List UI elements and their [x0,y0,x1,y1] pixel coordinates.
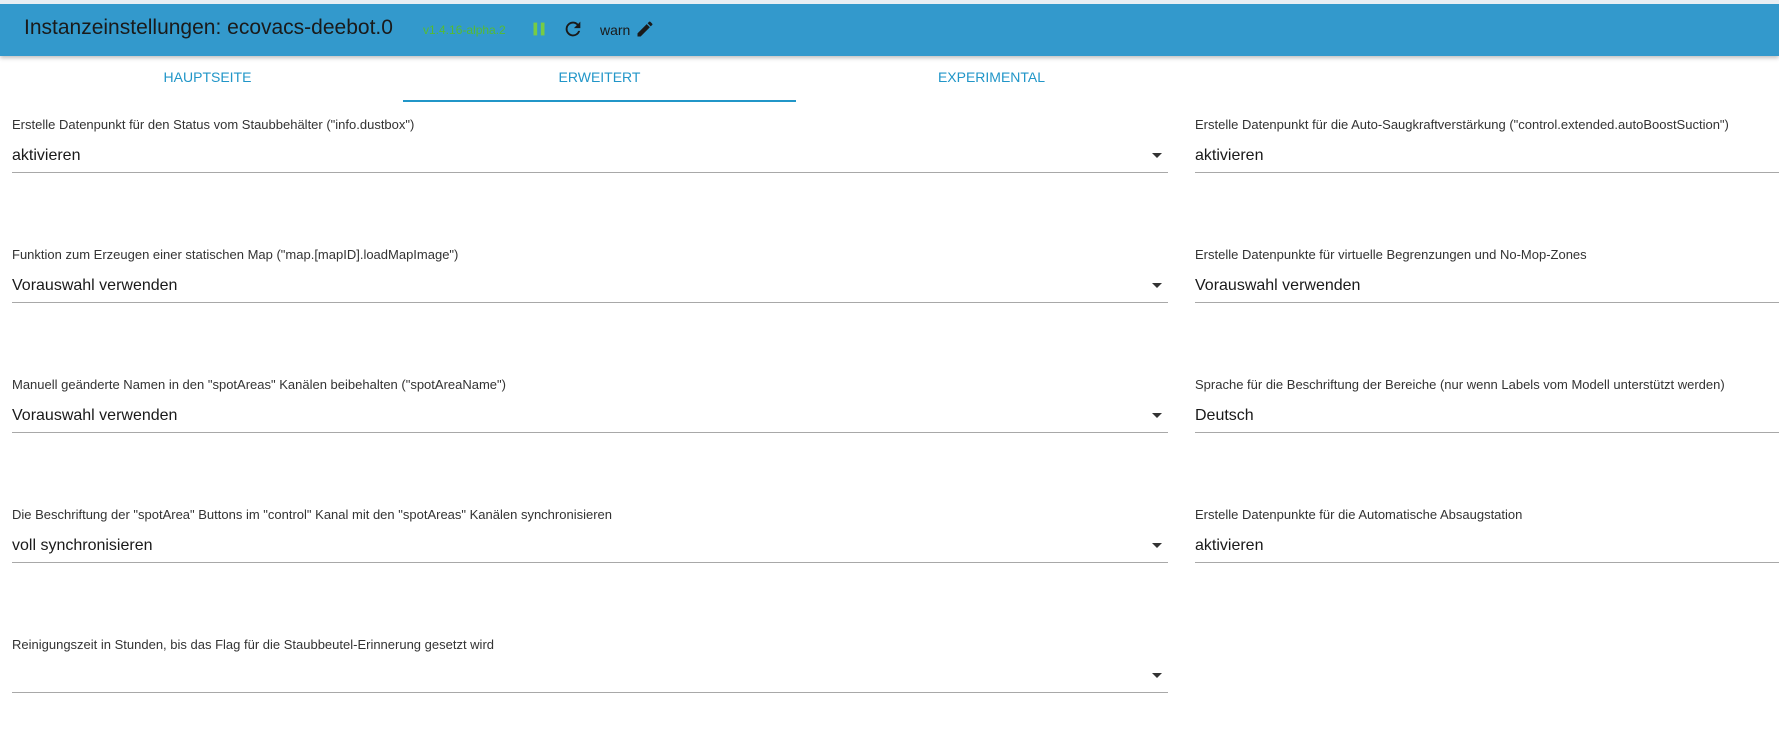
select-value: Vorauswahl verwenden [1195,277,1361,294]
field-label: Erstelle Datenpunkte für virtuelle Begre… [1195,247,1587,262]
field-label: Die Beschriftung der "spotArea" Buttons … [12,507,612,522]
select-value: Vorauswahl verwenden [12,407,178,424]
caret-down-icon [1152,153,1162,158]
tab-hauptseite[interactable]: HAUPTSEITE [11,56,404,100]
field-label: Erstelle Datenpunkt für die Auto-Saugkra… [1195,117,1729,132]
instance-settings-page: Instanzeinstellungen: ecovacs-deebot.0 v… [0,0,1779,732]
pencil-icon[interactable] [635,19,655,39]
select-value: aktivieren [1195,147,1264,164]
select-value: aktivieren [12,147,81,164]
caret-down-icon [1152,543,1162,548]
select-sync-spotarea-buttons[interactable]: voll synchronisieren [12,529,1168,563]
tab-erweitert[interactable]: ERWEITERT [403,56,796,102]
select-auto-boost-suction[interactable]: aktivieren [1195,139,1779,173]
select-auto-empty-station[interactable]: aktivieren [1195,529,1779,563]
select-value: Deutsch [1195,407,1254,424]
field-label: Reinigungszeit in Stunden, bis das Flag … [12,637,495,652]
page-title: Instanzeinstellungen: ecovacs-deebot.0 [24,16,393,39]
field-label: Erstelle Datenpunkte für die Automatisch… [1195,507,1523,522]
caret-down-icon [1152,283,1162,288]
settings-tabs: HAUPTSEITE ERWEITERT EXPERIMENTAL [11,56,1191,102]
refresh-icon[interactable] [562,18,584,40]
adapter-version: v1.4.16-alpha.2 [423,23,506,37]
select-keep-spotarea-names[interactable]: Vorauswahl verwenden [12,399,1168,433]
select-value: Vorauswahl verwenden [12,277,178,294]
select-static-map[interactable]: Vorauswahl verwenden [12,269,1168,303]
field-label: Sprache für die Beschriftung der Bereich… [1195,377,1725,392]
field-label: Funktion zum Erzeugen einer statischen M… [12,247,459,262]
pause-icon[interactable] [528,18,550,40]
caret-down-icon [1152,673,1162,678]
select-dustbag-reminder-hours[interactable] [12,659,1168,693]
tab-experimental[interactable]: EXPERIMENTAL [795,56,1188,100]
field-label: Erstelle Datenpunkt für den Status vom S… [12,117,415,132]
caret-down-icon [1152,413,1162,418]
select-value: aktivieren [1195,537,1264,554]
select-value: voll synchronisieren [12,537,153,554]
header-bar: Instanzeinstellungen: ecovacs-deebot.0 v… [0,0,1779,56]
field-label: Manuell geänderte Namen in den "spotArea… [12,377,506,392]
log-level: warn [600,22,631,38]
select-virtual-boundaries[interactable]: Vorauswahl verwenden [1195,269,1779,303]
select-dustbox-status[interactable]: aktivieren [12,139,1168,173]
select-area-label-language[interactable]: Deutsch [1195,399,1779,433]
header-top-strip [0,0,1779,4]
